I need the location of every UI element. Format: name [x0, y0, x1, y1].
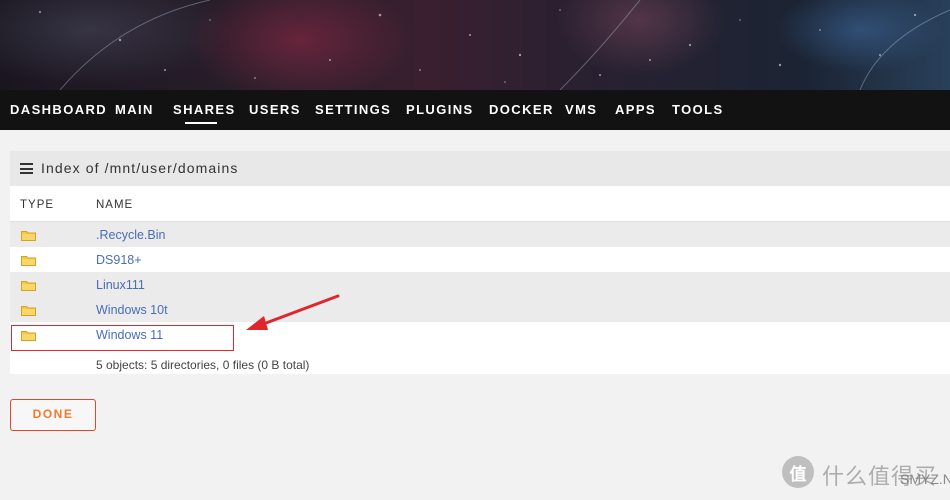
table-row[interactable]: DS918+: [10, 247, 950, 272]
panel-header: Index of /mnt/user/domains: [10, 151, 950, 186]
watermark-logo-icon: 值: [782, 456, 814, 488]
watermark-logo-char: 值: [789, 465, 807, 485]
table-row[interactable]: .Recycle.Bin: [10, 222, 950, 247]
done-button[interactable]: DONE: [10, 399, 96, 431]
nav-vms[interactable]: VMS: [565, 102, 597, 117]
folder-link-ds918[interactable]: DS918+: [96, 253, 142, 267]
nav-tools[interactable]: TOOLS: [672, 102, 724, 117]
table-row[interactable]: Linux111: [10, 272, 950, 297]
nav-shares[interactable]: SHARES: [173, 102, 236, 117]
nav-apps[interactable]: APPS: [615, 102, 656, 117]
folder-icon: [21, 281, 36, 291]
header-banner-image: [0, 0, 950, 90]
main-nav-bar: DASHBOARD MAIN SHARES USERS SETTINGS PLU…: [0, 90, 950, 130]
nav-settings[interactable]: SETTINGS: [315, 102, 391, 117]
panel-title: Index of /mnt/user/domains: [41, 160, 239, 176]
folder-icon: [21, 256, 36, 266]
folder-link-windows-10t[interactable]: Windows 10t: [96, 303, 168, 317]
annotation-highlight-box: [11, 325, 234, 351]
table-row[interactable]: Windows 10t: [10, 297, 950, 322]
folder-link-recycle-bin[interactable]: .Recycle.Bin: [96, 228, 165, 242]
folder-link-linux111[interactable]: Linux111: [96, 278, 145, 292]
nav-docker[interactable]: DOCKER: [489, 102, 554, 117]
active-tab-indicator: [185, 122, 217, 124]
nav-users[interactable]: USERS: [249, 102, 301, 117]
directory-summary: 5 objects: 5 directories, 0 files (0 B t…: [96, 358, 310, 372]
column-header-type[interactable]: TYPE: [20, 199, 54, 211]
nav-main[interactable]: MAIN: [115, 102, 154, 117]
watermark-subtext: SMYZ.NET: [900, 471, 950, 487]
column-header-name[interactable]: NAME: [96, 199, 133, 211]
menu-icon: [20, 163, 33, 174]
nav-plugins[interactable]: PLUGINS: [406, 102, 474, 117]
folder-icon: [21, 231, 36, 241]
banner-artwork: [39, 0, 950, 90]
nav-dashboard[interactable]: DASHBOARD: [10, 102, 107, 117]
annotation-arrow-icon: [246, 294, 340, 330]
folder-icon: [21, 306, 36, 316]
